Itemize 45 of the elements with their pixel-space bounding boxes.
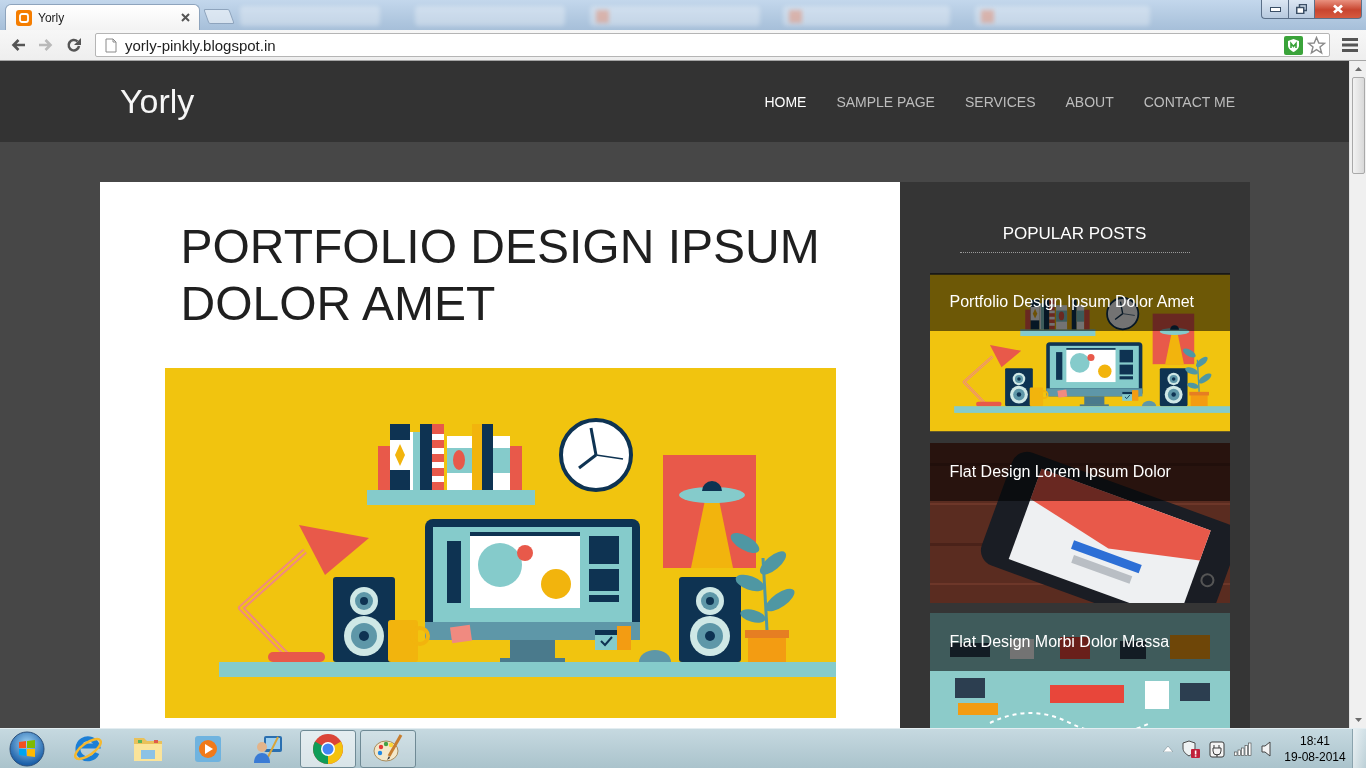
power-plug-icon[interactable] [1209, 739, 1225, 758]
minimize-button[interactable] [1261, 0, 1288, 19]
signal-bars-icon[interactable] [1234, 741, 1252, 756]
show-desktop-button[interactable] [1352, 729, 1366, 768]
address-bar[interactable]: yorly-pinkly.blogspot.in [95, 33, 1330, 57]
favicon-icon [16, 9, 32, 26]
scroll-up-arrow-icon[interactable] [1354, 67, 1362, 71]
speaker-icon[interactable] [1261, 740, 1271, 757]
nav-link[interactable]: HOME [764, 93, 807, 110]
close-tab-icon[interactable] [181, 13, 190, 22]
media-player-icon [193, 733, 223, 764]
popular-post-link[interactable]: Flat Design Lorem Ipsum Dolor [949, 463, 1171, 481]
start-orb-icon [9, 730, 45, 767]
paint-palette-icon [372, 732, 404, 765]
widget-title: POPULAR POSTS [1002, 224, 1147, 243]
restore-button[interactable] [1288, 0, 1315, 19]
nav-link[interactable]: SERVICES [964, 93, 1036, 110]
minimize-icon [1269, 6, 1281, 12]
browser-tab[interactable]: Yorly [5, 4, 200, 30]
close-icon [1332, 4, 1344, 14]
show-hidden-icons-icon[interactable] [1163, 745, 1173, 752]
back-arrow-icon [10, 37, 26, 53]
close-button[interactable] [1315, 0, 1362, 19]
scroll-down-arrow-icon[interactable] [1354, 718, 1362, 722]
nav-link[interactable]: SAMPLE PAGE [836, 93, 935, 110]
popular-post-link[interactable]: Flat Design Morbi Dolor Massa [949, 633, 1170, 651]
bookmark-star-icon[interactable] [1307, 35, 1326, 55]
restore-icon [1296, 4, 1307, 14]
nav-link[interactable]: CONTACT ME [1143, 93, 1235, 110]
popular-post-link[interactable]: Portfolio Design Ipsum Dolor Amet [949, 293, 1195, 311]
taskbar-button[interactable] [300, 729, 356, 768]
scrollbar[interactable] [1349, 61, 1366, 728]
site-logo[interactable]: Yorly [120, 82, 195, 121]
page-icon [105, 37, 117, 53]
post-title: PORTFOLIO DESIGN IPSUM DOLOR AMET [180, 219, 821, 332]
tray-clock[interactable]: 18:41 19-08-2014 [1280, 730, 1350, 767]
menu-icon [1342, 38, 1358, 52]
web-browser-icon [312, 732, 344, 765]
scrollbar-thumb[interactable] [1351, 77, 1365, 174]
shield-extension-icon[interactable] [1284, 35, 1303, 55]
shield-warning-icon[interactable] [1182, 739, 1200, 758]
nav-link[interactable]: ABOUT [1065, 93, 1114, 110]
reload-icon [66, 37, 82, 53]
forward-arrow-icon [38, 37, 54, 53]
taskbar-button[interactable] [360, 729, 416, 768]
